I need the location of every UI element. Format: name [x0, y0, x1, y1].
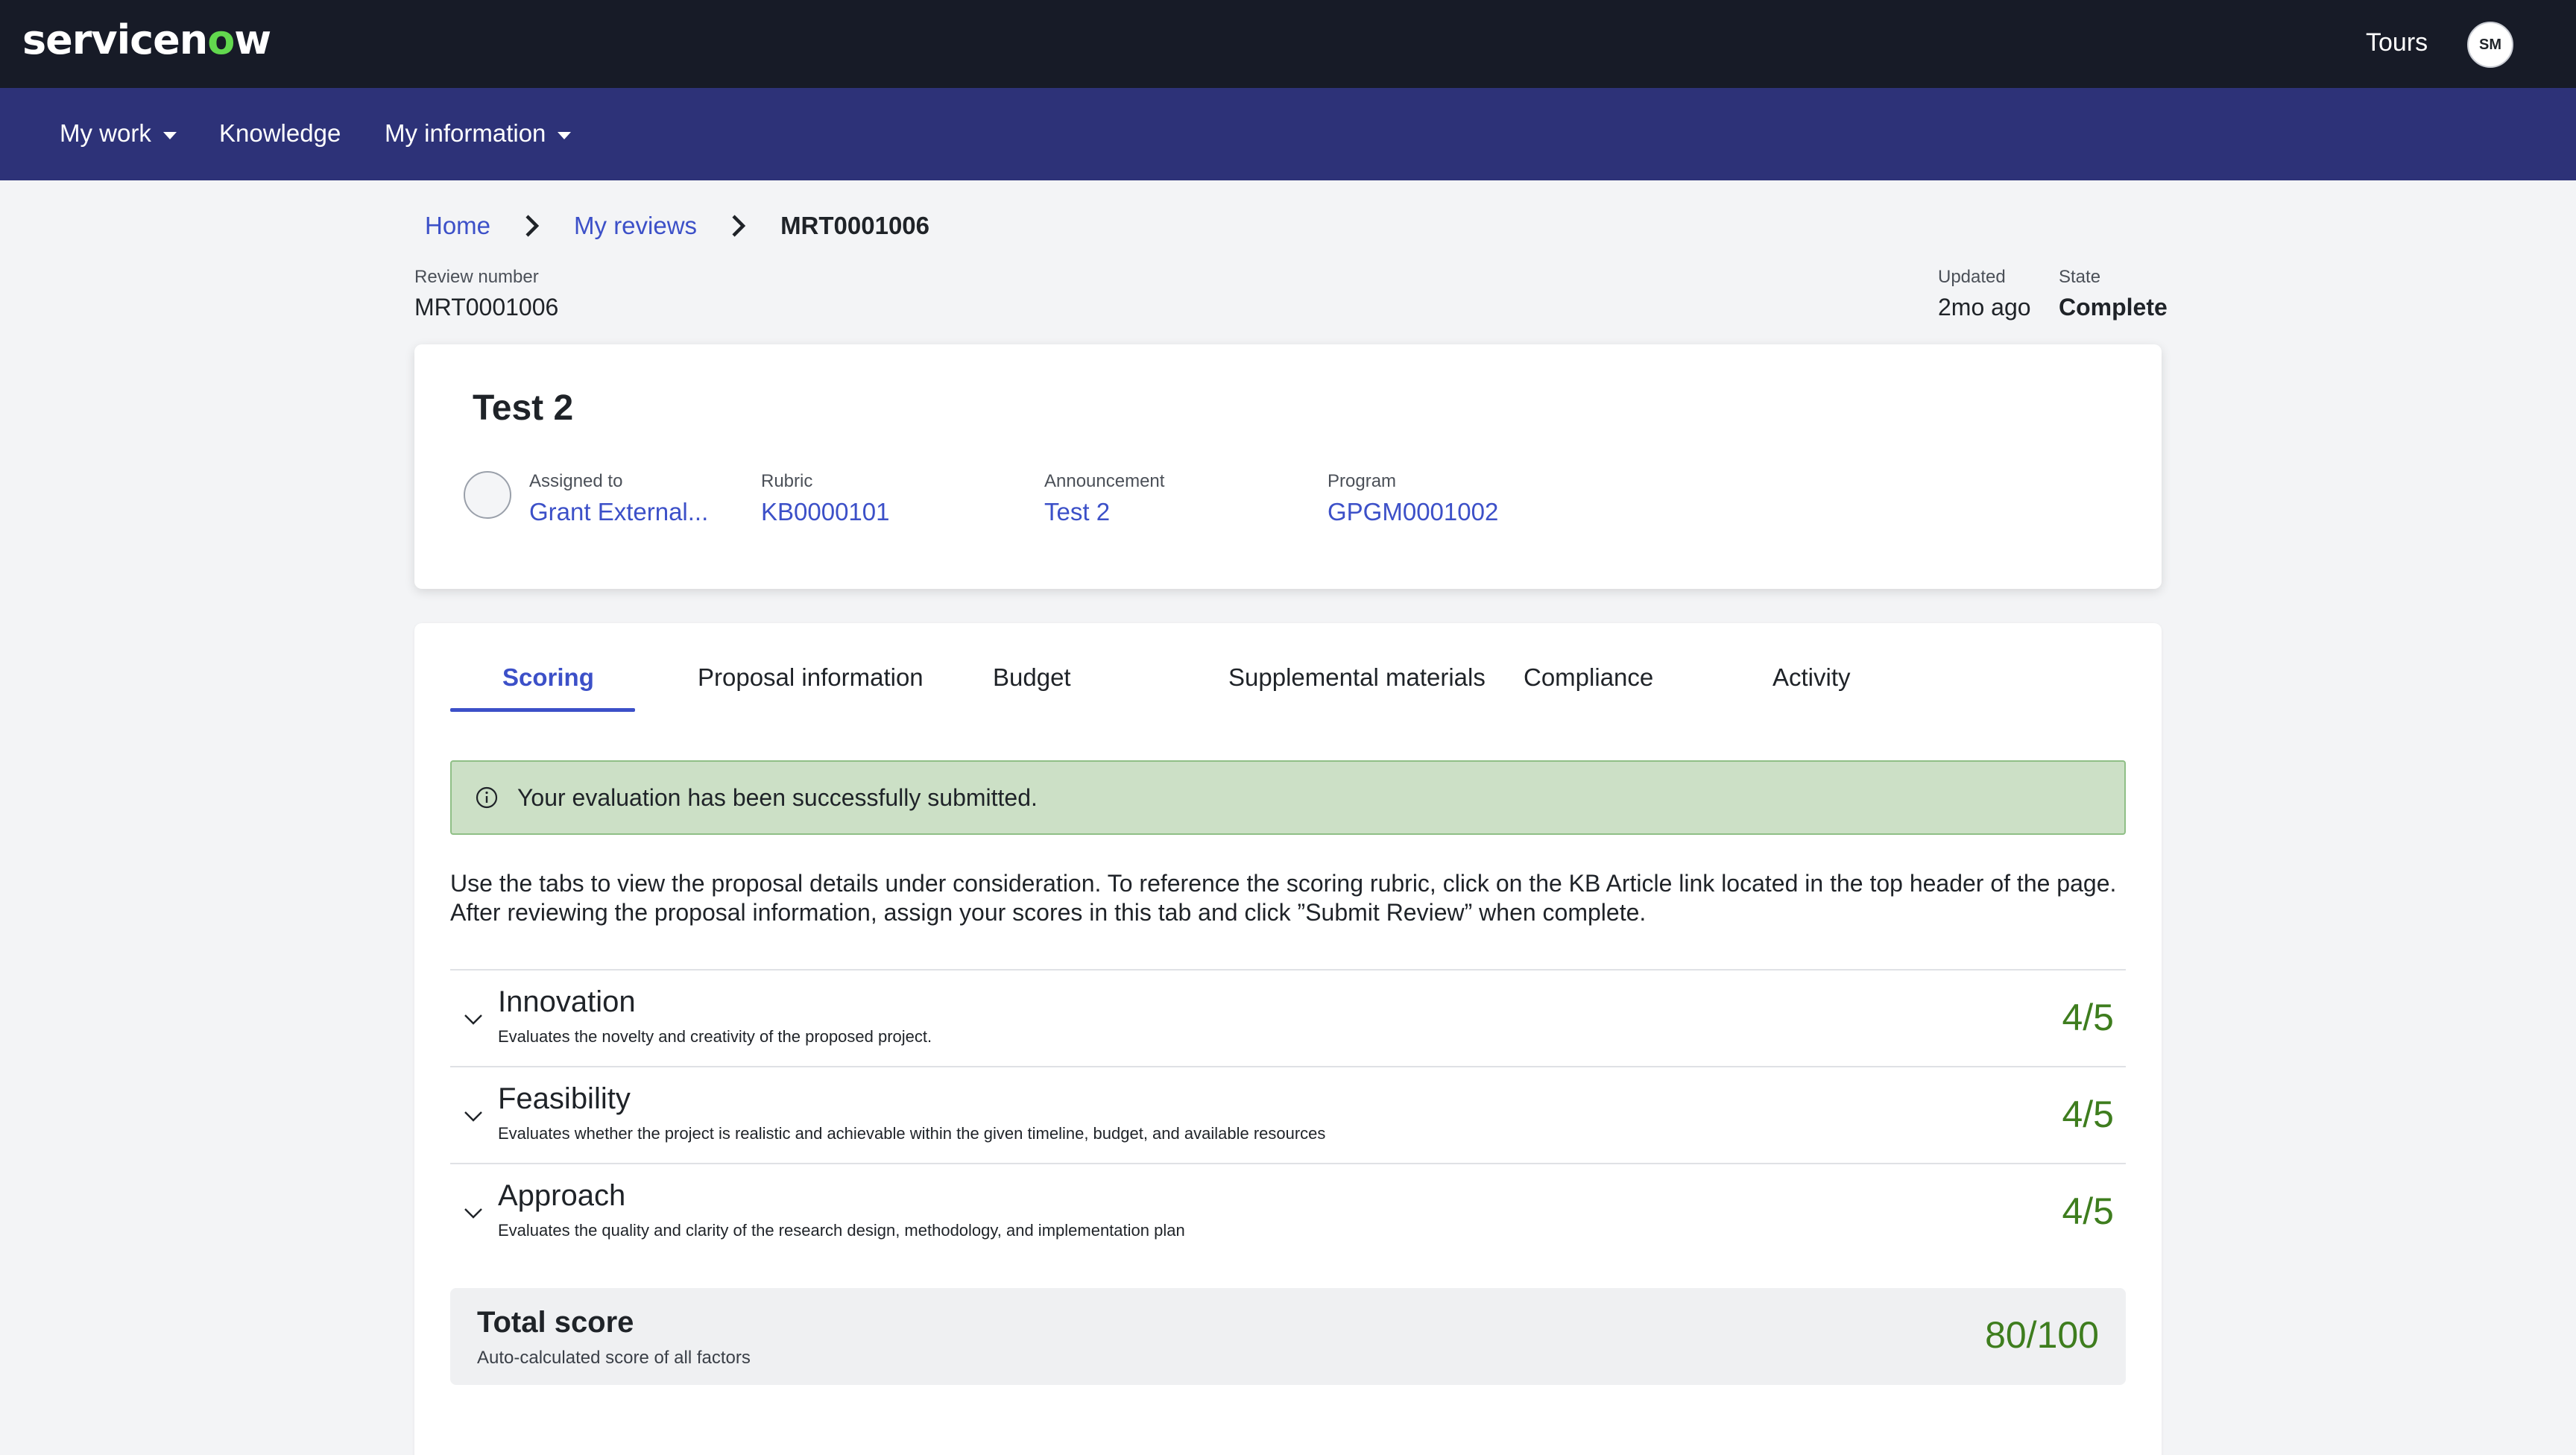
state-value: Complete	[2059, 294, 2168, 321]
criterion-description: Evaluates the quality and clarity of the…	[498, 1221, 1185, 1240]
announcement-link[interactable]: Test 2	[1044, 498, 1110, 526]
nav-my-information-label: My information	[385, 119, 546, 147]
caret-down-icon	[162, 132, 177, 139]
review-number: MRT0001006	[414, 294, 559, 321]
active-tab-indicator	[450, 708, 635, 712]
nav-my-work-label: My work	[60, 119, 151, 147]
instructions-text: Use the tabs to view the proposal detail…	[450, 870, 2117, 926]
assigned-to-link[interactable]: Grant External...	[529, 498, 708, 526]
program-link[interactable]: GPGM0001002	[1328, 498, 1498, 526]
nav-my-information[interactable]: My information	[385, 119, 572, 148]
caret-down-icon	[558, 132, 572, 139]
program-label: Program	[1328, 471, 1397, 491]
total-score-value: 80/100	[1985, 1314, 2099, 1356]
user-avatar[interactable]: SM	[2467, 22, 2513, 68]
nav-my-work[interactable]: My work	[60, 119, 177, 148]
top-bar: servicenow Tours SM	[0, 0, 2576, 88]
tab-supplemental-materials[interactable]: Supplemental materials	[1228, 663, 1486, 725]
total-score-description: Auto-calculated score of all factors	[477, 1348, 751, 1368]
chevron-down-icon[interactable]	[462, 1202, 484, 1224]
criterion-description: Evaluates whether the project is realist…	[498, 1124, 1326, 1143]
state-label: State	[2059, 267, 2101, 287]
total-score-panel: Total score Auto-calculated score of all…	[450, 1288, 2126, 1385]
scoring-card: Scoring Proposal information Budget Supp…	[414, 623, 2162, 1455]
breadcrumb-current: MRT0001006	[780, 212, 930, 239]
criterion-description: Evaluates the novelty and creativity of …	[498, 1027, 932, 1046]
criterion-innovation[interactable]: Innovation Evaluates the novelty and cre…	[450, 969, 2126, 1066]
review-number-label: Review number	[414, 267, 539, 287]
chevron-right-icon	[523, 214, 541, 238]
criterion-name: Approach	[498, 1179, 626, 1212]
total-score-title: Total score	[477, 1306, 634, 1339]
info-icon	[474, 785, 499, 810]
announcement-label: Announcement	[1044, 471, 1165, 491]
chevron-down-icon[interactable]	[462, 1105, 484, 1127]
tab-activity[interactable]: Activity	[1772, 663, 1851, 725]
nav-knowledge-label: Knowledge	[219, 119, 341, 147]
criterion-approach[interactable]: Approach Evaluates the quality and clari…	[450, 1163, 2126, 1260]
main-nav: My work Knowledge My information	[0, 88, 2576, 180]
servicenow-logo[interactable]: servicenow	[22, 16, 271, 63]
chevron-down-icon[interactable]	[462, 1008, 484, 1030]
tab-compliance[interactable]: Compliance	[1524, 663, 1653, 725]
summary-card: Test 2 Assigned to Grant External... Rub…	[414, 344, 2162, 589]
chevron-right-icon	[730, 214, 748, 238]
review-title: Test 2	[473, 388, 574, 428]
alert-message: Your evaluation has been successfully su…	[517, 783, 1038, 811]
tab-bar: Scoring Proposal information Budget Supp…	[450, 663, 2090, 725]
criterion-name: Feasibility	[498, 1082, 631, 1115]
breadcrumb-my-reviews[interactable]: My reviews	[574, 212, 697, 240]
criterion-score: 4/5	[2062, 1093, 2114, 1135]
criterion-feasibility[interactable]: Feasibility Evaluates whether the projec…	[450, 1066, 2126, 1163]
updated-label: Updated	[1938, 267, 2006, 287]
criterion-name: Innovation	[498, 985, 636, 1018]
tab-budget[interactable]: Budget	[993, 663, 1071, 725]
assigned-to-label: Assigned to	[529, 471, 623, 491]
breadcrumb-home[interactable]: Home	[425, 212, 490, 240]
criterion-score: 4/5	[2062, 997, 2114, 1038]
tours-link[interactable]: Tours	[2366, 28, 2428, 57]
nav-knowledge[interactable]: Knowledge	[219, 119, 341, 148]
assignee-avatar	[464, 471, 511, 519]
rubric-link[interactable]: KB0000101	[761, 498, 890, 526]
tab-scoring[interactable]: Scoring	[502, 663, 594, 725]
rubric-label: Rubric	[761, 471, 813, 491]
tab-proposal-information[interactable]: Proposal information	[698, 663, 924, 725]
criterion-score: 4/5	[2062, 1190, 2114, 1232]
breadcrumb: Home My reviews MRT0001006	[425, 212, 929, 240]
success-alert: Your evaluation has been successfully su…	[450, 760, 2126, 835]
updated-value: 2mo ago	[1938, 294, 2031, 321]
